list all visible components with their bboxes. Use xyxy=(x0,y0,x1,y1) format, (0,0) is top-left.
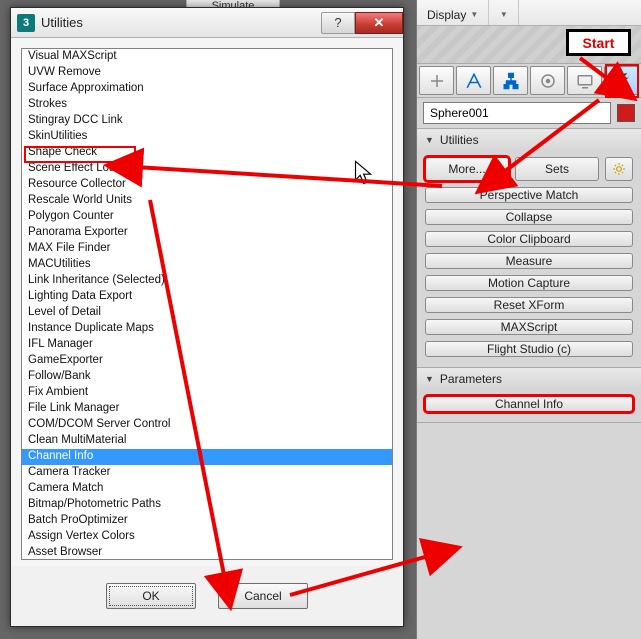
list-item[interactable]: Polygon Counter xyxy=(22,209,392,225)
utility-button[interactable]: Motion Capture xyxy=(425,275,633,291)
list-item[interactable]: Strokes xyxy=(22,97,392,113)
utilities-rollout-title: Utilities xyxy=(440,133,479,147)
display-menu[interactable]: Display ▼ xyxy=(417,0,489,25)
list-item[interactable]: Assign Vertex Colors xyxy=(22,529,392,545)
utility-button[interactable]: Reset XForm xyxy=(425,297,633,313)
list-item[interactable]: Shape Check xyxy=(22,145,392,161)
chevron-down-icon: ▼ xyxy=(425,374,434,384)
sets-button[interactable]: Sets xyxy=(515,157,599,181)
list-item[interactable]: IFL Manager xyxy=(22,337,392,353)
list-item[interactable]: Level of Detail xyxy=(22,305,392,321)
list-item[interactable]: Rescale World Units xyxy=(22,193,392,209)
parameters-rollout-header[interactable]: ▼ Parameters xyxy=(417,368,641,390)
display-menu-label: Display xyxy=(427,8,466,22)
app-logo-icon: 3 xyxy=(17,14,35,32)
list-item[interactable]: Link Inheritance (Selected) xyxy=(22,273,392,289)
start-annotation: Start xyxy=(566,29,631,56)
list-item[interactable]: Lighting Data Export xyxy=(22,289,392,305)
list-item[interactable]: Visual MAXScript xyxy=(22,49,392,65)
dialog-title: Utilities xyxy=(41,15,83,30)
list-item[interactable]: MACUtilities xyxy=(22,257,392,273)
utilities-dialog: 3 Utilities ? ✕ Visual MAXScriptUVW Remo… xyxy=(10,7,404,627)
cancel-button[interactable]: Cancel xyxy=(218,583,308,609)
utility-button[interactable]: Flight Studio (c) xyxy=(425,341,633,357)
list-item[interactable]: Camera Tracker xyxy=(22,465,392,481)
object-name-input[interactable] xyxy=(423,102,611,124)
menu-strip: Display ▼ ▼ xyxy=(417,0,641,26)
list-item[interactable]: Resource Collector xyxy=(22,177,392,193)
list-item[interactable]: Asset Browser xyxy=(22,545,392,560)
plus-icon xyxy=(428,72,446,90)
list-item[interactable]: UVW Remove xyxy=(22,65,392,81)
more-button[interactable]: More... xyxy=(425,157,509,181)
motion-tab[interactable] xyxy=(530,66,565,95)
utility-button[interactable]: Perspective Match xyxy=(425,187,633,203)
chevron-down-icon: ▼ xyxy=(425,135,434,145)
chevron-down-icon: ▼ xyxy=(470,10,478,19)
list-item[interactable]: COM/DCOM Server Control xyxy=(22,417,392,433)
help-icon: ? xyxy=(334,15,341,30)
close-button[interactable]: ✕ xyxy=(355,12,403,34)
utilities-tab[interactable] xyxy=(604,66,639,95)
list-item[interactable]: Clean MultiMaterial xyxy=(22,433,392,449)
modify-tab[interactable] xyxy=(456,66,491,95)
list-item[interactable]: Surface Approximation xyxy=(22,81,392,97)
modify-icon xyxy=(465,72,483,90)
utility-button[interactable]: Collapse xyxy=(425,209,633,225)
wrench-icon xyxy=(613,72,631,90)
utilities-listbox[interactable]: Visual MAXScriptUVW RemoveSurface Approx… xyxy=(21,48,393,560)
list-item[interactable]: Camera Match xyxy=(22,481,392,497)
utilities-rollout-header[interactable]: ▼ Utilities xyxy=(417,129,641,151)
list-item[interactable]: File Link Manager xyxy=(22,401,392,417)
list-item[interactable]: MAX File Finder xyxy=(22,241,392,257)
list-item[interactable]: Scene Effect Loader xyxy=(22,161,392,177)
channel-info-button[interactable]: Channel Info xyxy=(425,396,633,412)
list-item[interactable]: SkinUtilities xyxy=(22,129,392,145)
display-icon xyxy=(576,72,594,90)
list-item[interactable]: Bitmap/Photometric Paths xyxy=(22,497,392,513)
command-panel-tabs xyxy=(417,64,641,98)
hierarchy-tab[interactable] xyxy=(493,66,528,95)
gear-icon xyxy=(612,162,626,176)
object-name-row xyxy=(417,98,641,129)
dialog-button-row: OK Cancel xyxy=(11,566,403,626)
help-button[interactable]: ? xyxy=(321,12,355,34)
parameters-rollout-title: Parameters xyxy=(440,372,502,386)
command-panel: Display ▼ ▼ Start xyxy=(416,0,641,639)
list-item[interactable]: Stingray DCC Link xyxy=(22,113,392,129)
list-item[interactable]: Channel Info xyxy=(22,449,392,465)
list-item[interactable]: Fix Ambient xyxy=(22,385,392,401)
list-item[interactable]: Instance Duplicate Maps xyxy=(22,321,392,337)
menu-dropdown[interactable]: ▼ xyxy=(489,0,519,25)
utility-button[interactable]: Measure xyxy=(425,253,633,269)
object-color-swatch[interactable] xyxy=(617,104,635,122)
motion-icon xyxy=(539,72,557,90)
utilities-rollout: ▼ Utilities More... Sets Perspective Mat… xyxy=(417,129,641,368)
hierarchy-icon xyxy=(502,72,520,90)
list-item[interactable]: Follow/Bank xyxy=(22,369,392,385)
list-item[interactable]: Batch ProOptimizer xyxy=(22,513,392,529)
create-tab[interactable] xyxy=(419,66,454,95)
parameters-rollout: ▼ Parameters Channel Info xyxy=(417,368,641,423)
utility-button[interactable]: Color Clipboard xyxy=(425,231,633,247)
display-tab[interactable] xyxy=(567,66,602,95)
close-icon: ✕ xyxy=(374,15,385,31)
utility-button[interactable]: MAXScript xyxy=(425,319,633,335)
chevron-down-icon: ▼ xyxy=(500,10,508,19)
ok-button[interactable]: OK xyxy=(106,583,196,609)
configure-button[interactable] xyxy=(605,157,633,181)
list-item[interactable]: GameExporter xyxy=(22,353,392,369)
list-item[interactable]: Panorama Exporter xyxy=(22,225,392,241)
dialog-titlebar[interactable]: 3 Utilities ? ✕ xyxy=(11,8,403,38)
